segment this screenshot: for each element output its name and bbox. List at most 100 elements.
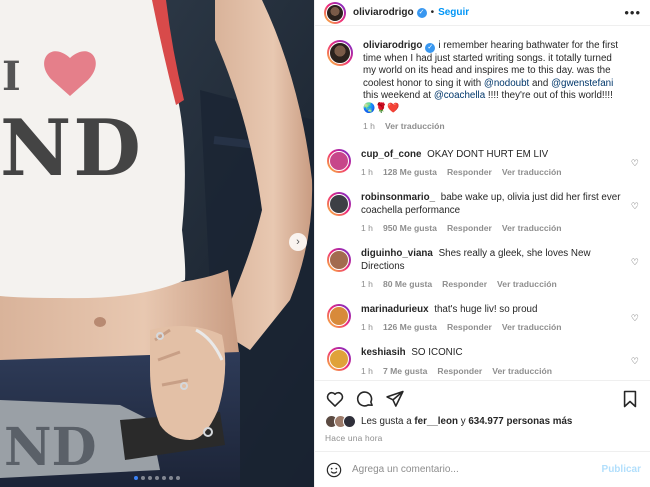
comment-like-heart-icon[interactable]: ♡ — [631, 313, 639, 324]
commenter-username[interactable]: diguinho_viana — [361, 248, 433, 259]
comment-time: 1 h — [361, 365, 373, 376]
comment-likes[interactable]: 128 Me gusta — [383, 167, 437, 177]
mention-link[interactable]: @coachella — [434, 90, 485, 101]
liker-avatars[interactable] — [325, 415, 356, 428]
comment-icon[interactable] — [355, 389, 375, 409]
comment-likes[interactable]: 80 Me gusta — [383, 279, 432, 289]
publish-button[interactable]: Publicar — [602, 464, 641, 475]
translate-link[interactable]: Ver traducción — [385, 121, 445, 131]
translate-link[interactable]: Ver traducción — [502, 223, 562, 233]
heart-icon[interactable] — [325, 389, 345, 409]
comment-item: keshiasih SO ICONIC 1 h 7 Me gusta Responde… — [327, 347, 641, 376]
commenter-username[interactable]: keshiasih — [361, 347, 406, 358]
comment-text: keshiasih SO ICONIC — [361, 347, 621, 359]
commenter-avatar[interactable] — [327, 347, 351, 372]
share-icon[interactable] — [385, 389, 405, 409]
translate-link[interactable]: Ver traducción — [492, 366, 552, 376]
post-photo[interactable]: I ND ND › — [0, 0, 314, 487]
likes-mid: y — [460, 416, 466, 427]
comment-item: marinadurieux that's huge liv! so proud 1… — [327, 304, 641, 332]
comment-time: 1 h — [361, 223, 373, 234]
carousel-dots — [0, 476, 314, 480]
commenter-avatar-image — [329, 306, 349, 327]
commenter-avatar-image — [329, 349, 349, 370]
comment-like-heart-icon[interactable]: ♡ — [631, 158, 639, 169]
comments-list[interactable]: oliviarodrigo ✓ i remember hearing bathwat… — [315, 26, 650, 380]
caption-meta: 1 h Ver traducción — [363, 121, 621, 131]
commenter-avatar[interactable] — [327, 304, 351, 329]
reply-button[interactable]: Responder — [447, 322, 492, 332]
carousel-dot — [148, 476, 152, 480]
comment-like-heart-icon[interactable]: ♡ — [631, 201, 639, 212]
carousel-next-button[interactable]: › — [289, 233, 307, 251]
commenter-username[interactable]: cup_of_cone — [361, 149, 421, 160]
comment-body: that's huge liv! so proud — [434, 304, 538, 316]
reply-button[interactable]: Responder — [442, 279, 487, 289]
caption-text-part: and — [529, 77, 552, 89]
comment-time: 1 h — [361, 167, 373, 178]
verified-icon: ✓ — [416, 7, 427, 18]
author-username[interactable]: oliviarodrigo — [353, 7, 414, 18]
comment-item: diguinho_viana Shes really a gleek, she … — [327, 248, 641, 289]
reply-button[interactable]: Responder — [447, 167, 492, 177]
caption-text: oliviarodrigo ✓ i remember hearing bathwat… — [363, 40, 621, 115]
chevron-right-icon: › — [296, 236, 300, 248]
commenter-avatar[interactable] — [327, 248, 351, 273]
post-header: oliviarodrigo ✓ • Seguir ••• — [315, 0, 650, 26]
likes-summary: Les gusta a fer__leon y 634.977 personas… — [325, 415, 640, 428]
comment-meta: 1 h 950 Me gusta Responder Ver traducción — [361, 223, 621, 233]
comment-text: marinadurieux that's huge liv! so proud — [361, 304, 621, 316]
verified-icon: ✓ — [425, 43, 436, 53]
smiley-icon[interactable] — [326, 462, 342, 478]
caption-time: 1 h — [363, 121, 375, 132]
likes-count[interactable]: 634.977 personas más — [468, 416, 572, 427]
translate-link[interactable]: Ver traducción — [497, 279, 557, 289]
translate-link[interactable]: Ver traducción — [502, 322, 562, 332]
carousel-dot — [141, 476, 145, 480]
follow-button[interactable]: Seguir — [438, 7, 469, 18]
comment-body: OKAY DONT HURT EM LIV — [427, 149, 549, 161]
comment-item: robinsonmario_ babe wake up, olivia just… — [327, 192, 641, 233]
caption-username[interactable]: oliviarodrigo — [363, 40, 422, 51]
mention-link[interactable]: @nodoubt — [484, 78, 529, 89]
comment-meta: 1 h 7 Me gusta Responder Ver traducción — [361, 366, 621, 376]
svg-text:ND: ND — [0, 103, 143, 194]
comment-like-heart-icon[interactable]: ♡ — [631, 257, 639, 268]
comment-item: cup_of_cone OKAY DONT HURT EM LIV 1 h 128 … — [327, 149, 641, 177]
caption-avatar[interactable] — [327, 40, 353, 66]
comment-time: 1 h — [361, 279, 373, 290]
reply-button[interactable]: Responder — [437, 366, 482, 376]
liker-username[interactable]: fer__leon — [414, 416, 458, 427]
comment-text: diguinho_viana Shes really a gleek, she … — [361, 248, 621, 273]
svg-text:I: I — [2, 53, 21, 100]
author-avatar[interactable] — [324, 1, 346, 24]
comment-meta: 1 h 128 Me gusta Responder Ver traducción — [361, 167, 621, 177]
comment-text: robinsonmario_ babe wake up, olivia just… — [361, 192, 621, 217]
comment-likes[interactable]: 950 Me gusta — [383, 223, 437, 233]
carousel-dot — [176, 476, 180, 480]
comment-like-heart-icon[interactable]: ♡ — [631, 356, 639, 367]
commenter-avatar[interactable] — [327, 149, 351, 174]
carousel-dot — [155, 476, 159, 480]
commenter-username[interactable]: robinsonmario_ — [361, 192, 435, 203]
bookmark-icon[interactable] — [620, 389, 640, 409]
reply-button[interactable]: Responder — [447, 223, 492, 233]
commenter-username[interactable]: marinadurieux — [361, 304, 429, 315]
post-side-panel: oliviarodrigo ✓ • Seguir ••• oliviarodri… — [314, 0, 650, 487]
comment-body: SO ICONIC — [411, 347, 463, 359]
carousel-dot — [162, 476, 166, 480]
comment-input[interactable] — [352, 464, 602, 475]
commenter-avatar[interactable] — [327, 192, 351, 217]
mention-link[interactable]: @gwenstefani — [551, 78, 613, 89]
comment-meta: 1 h 80 Me gusta Responder Ver traducción — [361, 279, 621, 289]
post-caption: oliviarodrigo ✓ i remember hearing bathwat… — [327, 40, 641, 131]
commenter-avatar-image — [329, 194, 349, 215]
comment-likes[interactable]: 126 Me gusta — [383, 322, 437, 332]
comment-likes[interactable]: 7 Me gusta — [383, 366, 427, 376]
translate-link[interactable]: Ver traducción — [502, 167, 562, 177]
photo-illustration: I ND ND — [0, 0, 314, 487]
svg-text:ND: ND — [4, 417, 97, 478]
ellipsis-icon[interactable]: ••• — [624, 5, 641, 20]
carousel-dot — [134, 476, 138, 480]
liker-avatar — [343, 415, 356, 428]
